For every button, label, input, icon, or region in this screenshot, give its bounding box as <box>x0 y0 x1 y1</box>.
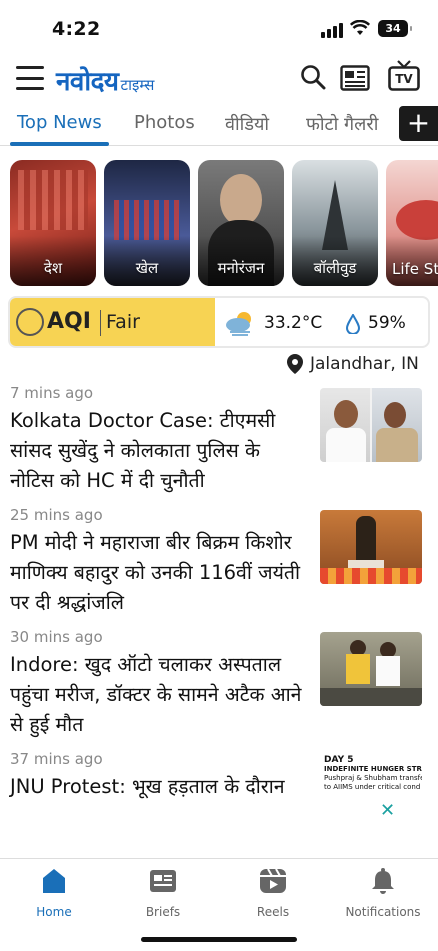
news-thumbnail[interactable] <box>320 388 422 462</box>
news-thumbnail[interactable] <box>320 632 422 706</box>
aqi-divider <box>100 310 101 336</box>
location-pin-icon <box>287 354 303 374</box>
tab-videos[interactable]: वीडियो <box>225 112 269 136</box>
reels-icon <box>260 868 286 893</box>
category-card-manoranjan[interactable]: मनोरंजन <box>198 160 284 286</box>
news-thumbnail[interactable]: DAY 5 INDEFINITE HUNGER STR Pushpraj & S… <box>320 754 422 798</box>
category-carousel: देश खेल मनोरंजन बॉलीवुड Life St <box>0 160 438 286</box>
bell-icon <box>372 868 394 894</box>
thumb-text-aiims: to AIIMS under critical cond <box>324 783 421 791</box>
app-header: नवोदय टाइम्स TV <box>0 54 438 104</box>
news-headline[interactable]: JNU Protest: भूख हड़ताल के दौरान <box>10 772 308 802</box>
humidity-drop-icon <box>346 314 360 334</box>
location-selector[interactable]: Jalandhar, IN <box>286 352 419 376</box>
app-logo[interactable]: नवोदय टाइम्स <box>56 62 154 98</box>
aqi-weather-widget[interactable]: AQI Fair 33.2°C 59% <box>8 296 430 348</box>
briefs-icon <box>150 870 176 892</box>
category-label: खेल <box>135 259 159 277</box>
news-time: 7 mins ago <box>10 384 94 402</box>
aqi-value: Fair <box>106 311 140 333</box>
search-icon[interactable] <box>300 64 326 90</box>
ad-close-icon[interactable]: ✕ <box>380 800 395 821</box>
thumb-text-transfer: Pushpraj & Shubham transfer <box>324 774 422 782</box>
logo-main-text: नवोदय <box>56 67 119 97</box>
active-tab-indicator <box>10 142 109 146</box>
aqi-panel: AQI Fair <box>10 298 215 346</box>
temperature-value: 33.2°C <box>264 313 323 333</box>
status-time: 4:22 <box>52 18 101 40</box>
aqi-face-icon <box>16 308 44 336</box>
menu-icon[interactable] <box>16 66 44 90</box>
add-tab-button[interactable]: + <box>399 106 438 141</box>
news-headline[interactable]: Indore: खुद ऑटो चलाकर अस्पताल पहुंचा मरी… <box>10 650 308 740</box>
category-card-bollywood[interactable]: बॉलीवुड <box>292 160 378 286</box>
tab-photo-gallery[interactable]: फोटो गैलरी <box>306 112 378 136</box>
news-time: 37 mins ago <box>10 750 103 768</box>
cellular-signal-icon <box>321 23 343 38</box>
wifi-icon <box>350 20 370 35</box>
nav-label: Reels <box>256 905 290 919</box>
thumb-text-day: DAY 5 <box>324 755 354 765</box>
nav-label: Briefs <box>145 905 181 919</box>
location-text: Jalandhar, IN <box>310 354 419 374</box>
category-label: बॉलीवुड <box>313 259 357 277</box>
news-headline[interactable]: Kolkata Doctor Case: टीएमसी सांसद सुखेंद… <box>10 406 308 496</box>
tv-icon[interactable]: TV <box>388 60 420 92</box>
nav-label: Notifications <box>345 905 421 919</box>
news-time: 30 mins ago <box>10 628 103 646</box>
category-card-khel[interactable]: खेल <box>104 160 190 286</box>
epaper-icon[interactable] <box>340 65 370 91</box>
nav-notifications[interactable]: Notifications <box>333 867 433 919</box>
home-indicator <box>141 937 297 942</box>
category-label: देश <box>43 259 63 277</box>
humidity-value: 59% <box>368 313 406 333</box>
tab-top-news[interactable]: Top News <box>17 112 102 133</box>
thumb-text-hunger: INDEFINITE HUNGER STR <box>324 765 422 773</box>
battery-icon: 34 <box>378 20 412 37</box>
tv-label: TV <box>395 72 413 86</box>
home-icon <box>43 869 65 893</box>
nav-reels[interactable]: Reels <box>223 867 323 919</box>
news-thumbnail[interactable] <box>320 510 422 584</box>
section-tabs: Top News Photos वीडियो फोटो गैलरी <box>0 104 438 146</box>
status-bar: 4:22 34 <box>0 0 438 54</box>
news-headline[interactable]: PM मोदी ने महाराजा बीर बिक्रम किशोर माणि… <box>10 528 308 618</box>
nav-label: Home <box>36 905 72 919</box>
category-card-desh[interactable]: देश <box>10 160 96 286</box>
aqi-label: AQI <box>47 309 91 334</box>
category-card-lifestyle[interactable]: Life St <box>386 160 438 286</box>
tab-photos[interactable]: Photos <box>134 112 195 133</box>
nav-home[interactable]: Home <box>4 867 104 919</box>
nav-briefs[interactable]: Briefs <box>113 867 213 919</box>
news-time: 25 mins ago <box>10 506 103 524</box>
logo-sub-text: टाइम्स <box>120 76 155 94</box>
partly-cloudy-icon <box>226 312 251 336</box>
category-label: मनोरंजन <box>217 259 265 277</box>
category-label: Life St <box>392 260 438 278</box>
